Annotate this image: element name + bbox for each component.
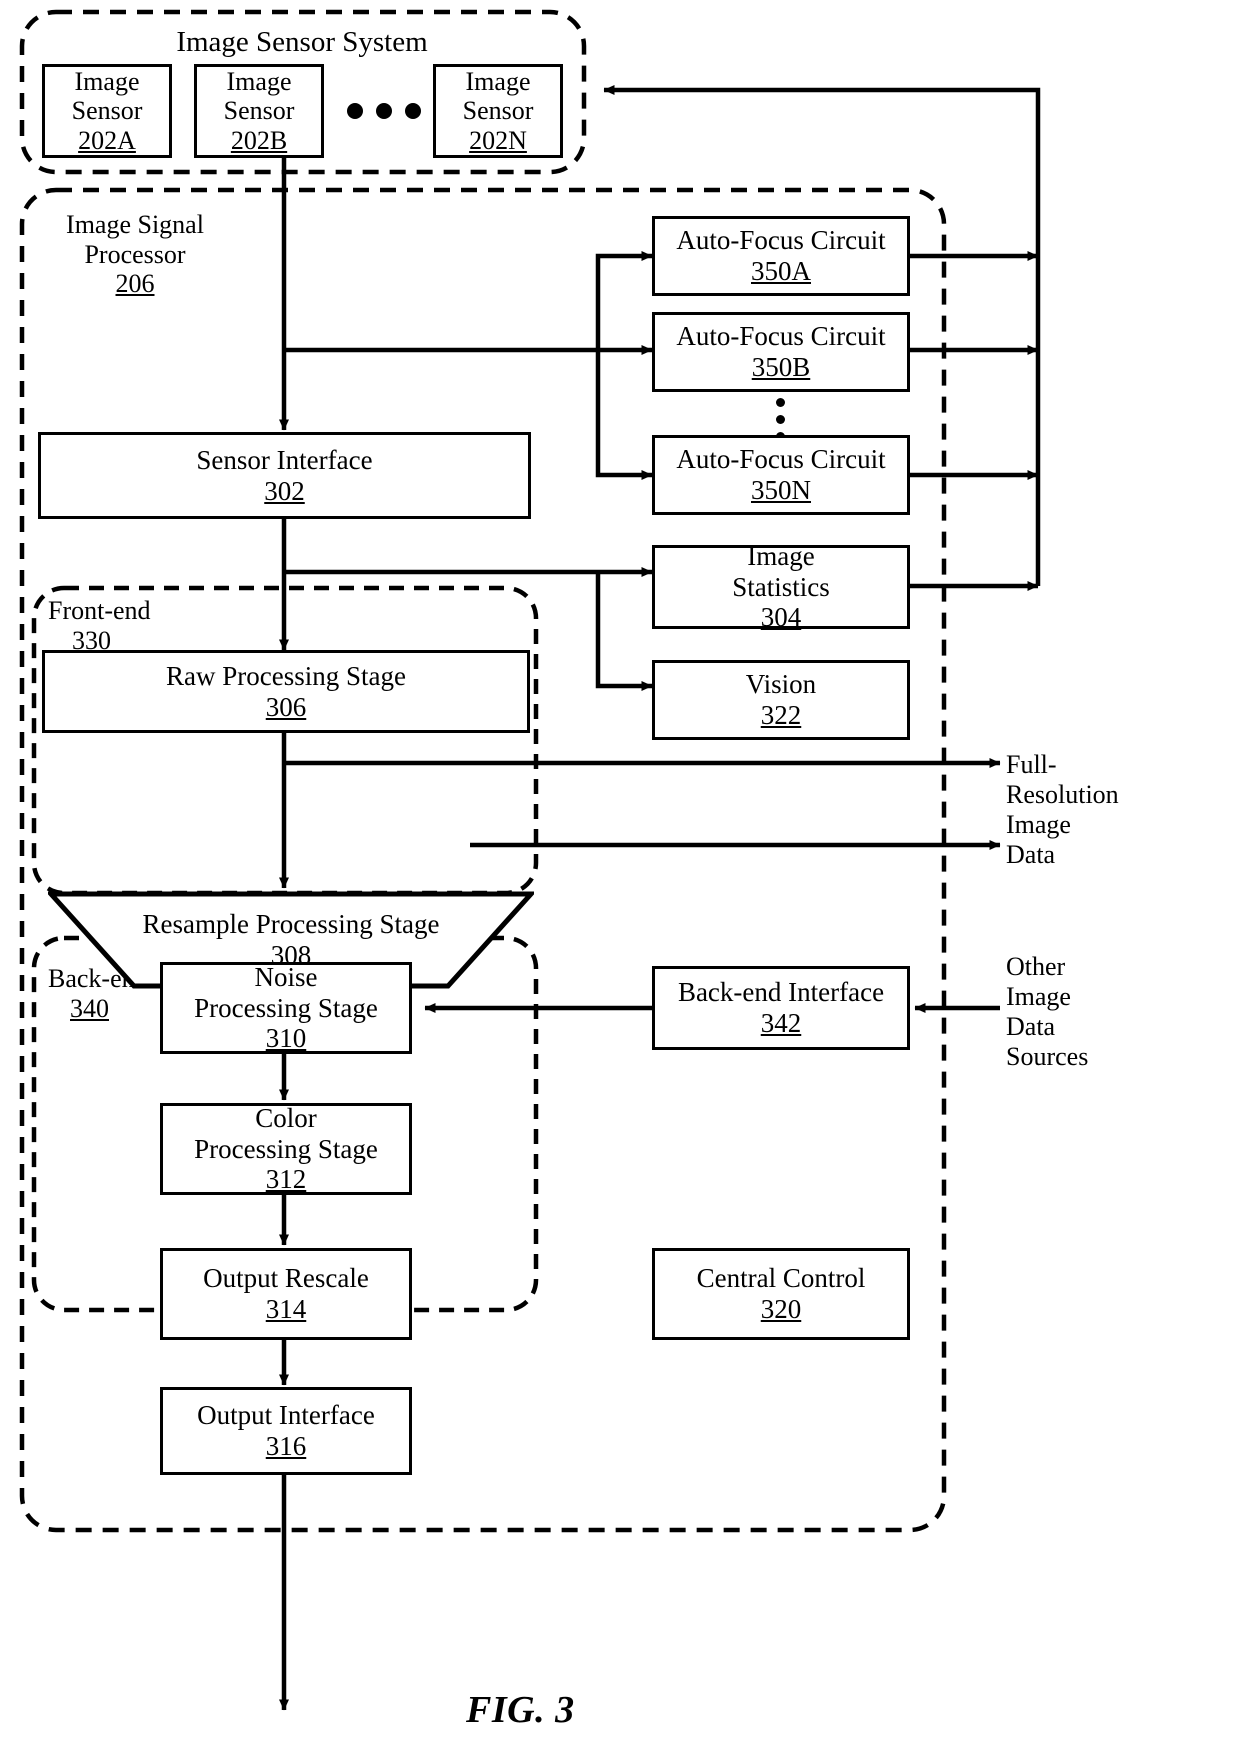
image-sensor-202a[interactable]: Image Sensor 202A	[42, 64, 172, 158]
vision-block[interactable]: Vision 322	[652, 660, 910, 740]
other-sources-line2: Image	[1006, 982, 1071, 1012]
image-sensor-202b-line2: Sensor	[223, 96, 295, 126]
isp-ref: 206	[115, 269, 155, 299]
color-processing-line1: Color	[255, 1102, 317, 1133]
image-sensor-202b-ref: 202B	[230, 125, 288, 155]
output-interface-title: Output Interface	[197, 1400, 375, 1431]
back-end-interface-block[interactable]: Back-end Interface 342	[652, 966, 910, 1050]
auto-focus-350b-title: Auto-Focus Circuit	[676, 321, 886, 352]
sensor-interface-title: Sensor Interface	[196, 444, 373, 475]
color-processing-ref: 312	[265, 1164, 307, 1195]
back-end-interface-ref: 342	[760, 1008, 802, 1038]
raw-processing-stage-block[interactable]: Raw Processing Stage 306	[42, 650, 530, 733]
central-control-block[interactable]: Central Control 320	[652, 1248, 910, 1340]
vision-title: Vision	[745, 669, 817, 700]
image-sensor-202n-line1: Image	[465, 66, 531, 96]
other-image-data-sources-label: Other Image Data Sources	[1006, 952, 1126, 1073]
auto-focus-350n-title: Auto-Focus Circuit	[676, 444, 886, 475]
raw-processing-ref: 306	[265, 691, 307, 722]
output-rescale-ref: 314	[265, 1294, 307, 1324]
front-end-name: Front-end	[48, 596, 151, 625]
auto-focus-350b-ref: 350B	[751, 352, 811, 382]
image-statistics-line2: Statistics	[732, 571, 830, 602]
full-resolution-line2: Resolution	[1006, 780, 1119, 810]
noise-processing-ref: 310	[265, 1023, 307, 1054]
image-signal-processor-label: Image Signal Processor 206	[40, 210, 230, 299]
sensor-to-autofocus-n-arrow	[595, 350, 653, 480]
image-sensor-202a-line1: Image	[74, 66, 140, 96]
full-resolution-line3: Image	[1006, 810, 1071, 840]
isp-name-line2: Processor	[84, 239, 186, 269]
auto-focus-350a-ref: 350A	[751, 256, 811, 286]
other-sources-line3: Data	[1006, 1012, 1056, 1042]
image-sensor-202n-ref: 202N	[469, 125, 527, 155]
output-interface-block[interactable]: Output Interface 316	[160, 1387, 412, 1475]
full-resolution-line1: Full-	[1006, 750, 1057, 779]
front-end-label: Front-end 330	[48, 596, 198, 655]
other-sources-line1: Other	[1006, 952, 1066, 981]
image-sensor-202b-line1: Image	[226, 66, 292, 96]
image-statistics-block[interactable]: Image Statistics 304	[652, 541, 910, 632]
output-rescale-title: Output Rescale	[203, 1263, 369, 1294]
image-sensor-202n-line2: Sensor	[462, 96, 534, 126]
auto-focus-350n-ref: 350N	[751, 475, 811, 505]
auto-focus-circuit-350n-block[interactable]: Auto-Focus Circuit 350N	[652, 435, 910, 515]
image-sensor-202a-line2: Sensor	[71, 96, 143, 126]
sensor-to-autofocus-a-arrow	[595, 251, 653, 350]
auto-focus-350a-title: Auto-Focus Circuit	[676, 225, 886, 256]
vision-ref: 322	[760, 700, 802, 730]
other-sources-line4: Sources	[1006, 1042, 1089, 1072]
raw-processing-title: Raw Processing Stage	[166, 660, 406, 691]
output-interface-ref: 316	[265, 1431, 307, 1461]
sensor-ellipsis-icon	[347, 103, 421, 119]
figure-caption: FIG. 3	[466, 1689, 575, 1731]
full-resolution-line4: Data	[1006, 840, 1056, 870]
image-sensor-202a-ref: 202A	[78, 125, 136, 155]
sensor-interface-to-vision-arrow	[595, 572, 653, 691]
image-statistics-ref: 304	[760, 602, 802, 633]
color-processing-line2: Processing Stage	[194, 1133, 378, 1164]
noise-processing-stage-block[interactable]: Noise Processing Stage 310	[160, 962, 412, 1054]
sensor-interface-block[interactable]: Sensor Interface 302	[38, 432, 531, 519]
central-control-title: Central Control	[696, 1263, 866, 1294]
image-sensor-system-name: Image Sensor System	[176, 26, 428, 58]
sensor-interface-ref: 302	[264, 475, 305, 506]
resample-processing-title: Resample Processing Stage	[142, 909, 440, 940]
auto-focus-circuit-350b-block[interactable]: Auto-Focus Circuit 350B	[652, 312, 910, 392]
full-resolution-image-data-label: Full- Resolution Image Data	[1006, 750, 1126, 871]
color-processing-stage-block[interactable]: Color Processing Stage 312	[160, 1103, 412, 1195]
image-statistics-line1: Image	[747, 540, 815, 571]
image-sensor-202n[interactable]: Image Sensor 202N	[433, 64, 563, 158]
back-end-interface-title: Back-end Interface	[677, 977, 885, 1008]
central-control-ref: 320	[760, 1294, 802, 1324]
output-rescale-block[interactable]: Output Rescale 314	[160, 1248, 412, 1340]
auto-focus-circuit-350a-block[interactable]: Auto-Focus Circuit 350A	[652, 216, 910, 296]
noise-processing-line2: Processing Stage	[194, 992, 378, 1023]
figure-canvas: Image Sensor System 201 Image Signal Pro…	[0, 0, 1240, 1756]
noise-processing-line1: Noise	[254, 961, 318, 992]
isp-name-line1: Image Signal	[66, 210, 204, 239]
image-sensor-202b[interactable]: Image Sensor 202B	[194, 64, 324, 158]
